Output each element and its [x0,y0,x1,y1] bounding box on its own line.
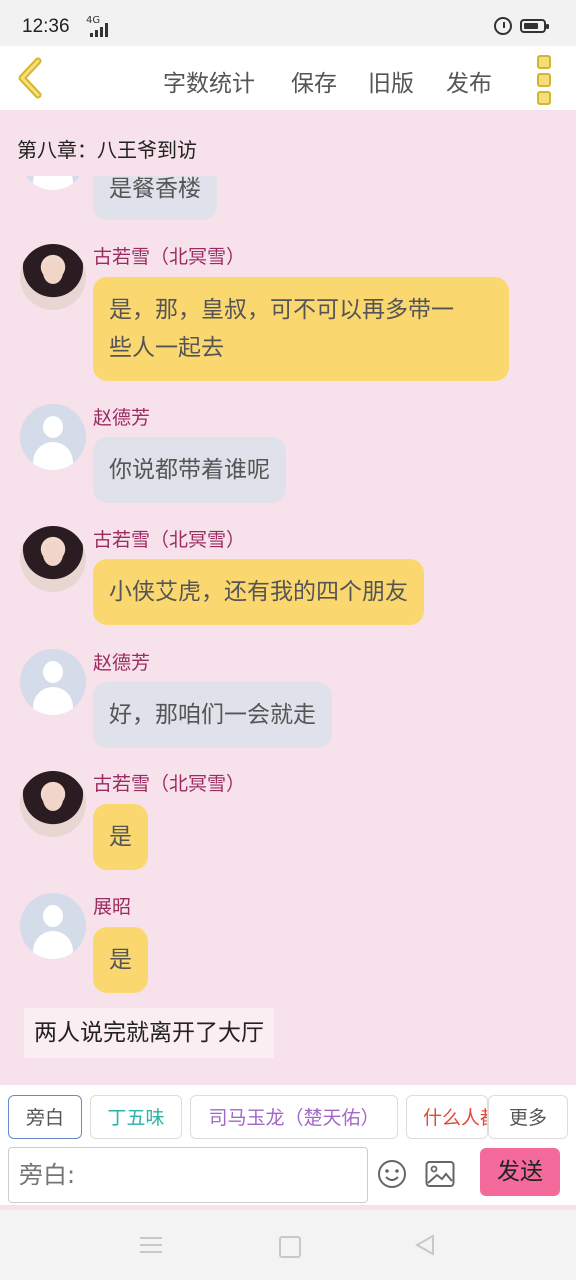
message-bubble[interactable]: 是，那，皇叔，可不可以再多带一 些人一起去 [93,277,509,381]
avatar[interactable] [20,404,86,470]
character-chip[interactable]: 丁五味 [90,1095,182,1139]
avatar[interactable] [20,771,86,837]
message-line: 些人一起去 [109,335,224,361]
message-bubble[interactable]: 你说都带着谁呢 [93,437,286,503]
avatar[interactable] [20,244,86,310]
avatar[interactable] [20,893,86,959]
status-time: 12:36 [22,16,70,37]
character-chip[interactable]: 司马玉龙（楚天佑） [190,1095,398,1139]
message-bubble[interactable]: 好，那咱们一会就走 [93,682,332,748]
message-bubble[interactable]: 是 [93,804,148,870]
character-chip-narrator[interactable]: 旁白 [8,1095,82,1139]
more-characters-button[interactable]: 更多 [488,1095,568,1139]
speaker-name: 古若雪（北冥雪） [93,773,246,795]
top-toolbar: 字数统计 保存 旧版 发布 [0,46,576,110]
speaker-name: 古若雪（北冥雪） [93,246,246,268]
menu-icon[interactable] [140,1237,162,1253]
image-icon[interactable] [425,1160,455,1188]
word-count-button[interactable]: 字数统计 [163,64,255,98]
message-bubble[interactable]: 是餐香楼 [93,176,217,220]
input-bar: 发送 [0,1147,576,1205]
chat-list[interactable]: 是餐香楼 古若雪（北冥雪） 是，那，皇叔，可不可以再多带一 些人一起去 赵德芳 … [0,176,576,1074]
character-selector: 旁白 丁五味 司马玉龙（楚天佑） 什么人都 更多 [0,1085,576,1147]
avatar[interactable] [20,526,86,592]
speaker-name: 古若雪（北冥雪） [93,529,246,551]
message-bubble[interactable]: 小侠艾虎，还有我的四个朋友 [93,559,424,625]
status-bar: 12:36 4G [0,0,576,46]
character-chip[interactable]: 什么人都 [406,1095,488,1139]
avatar[interactable] [20,649,86,715]
message-line: 是，那，皇叔，可不可以再多带一 [109,297,454,323]
battery-icon [520,19,549,33]
send-button[interactable]: 发送 [480,1148,560,1196]
signal-icon [90,21,112,37]
old-version-button[interactable]: 旧版 [368,64,414,98]
alarm-icon [494,17,512,35]
speaker-name: 展昭 [93,896,132,918]
avatar[interactable] [20,176,86,190]
message-input[interactable] [8,1147,368,1203]
chapter-title: 第八章：八王爷到访 [17,138,197,162]
system-nav-bar [0,1210,576,1280]
home-icon[interactable] [279,1236,301,1258]
save-button[interactable]: 保存 [291,64,337,98]
more-menu-icon[interactable] [537,55,551,105]
message-bubble[interactable]: 是 [93,927,148,993]
speaker-name: 赵德芳 [93,407,151,429]
publish-button[interactable]: 发布 [446,64,492,98]
emoji-icon[interactable] [377,1159,407,1189]
back-arrow-icon[interactable] [12,56,52,100]
narration-text[interactable]: 两人说完就离开了大厅 [24,1008,274,1058]
speaker-name: 赵德芳 [93,652,151,674]
back-icon[interactable] [414,1234,436,1256]
